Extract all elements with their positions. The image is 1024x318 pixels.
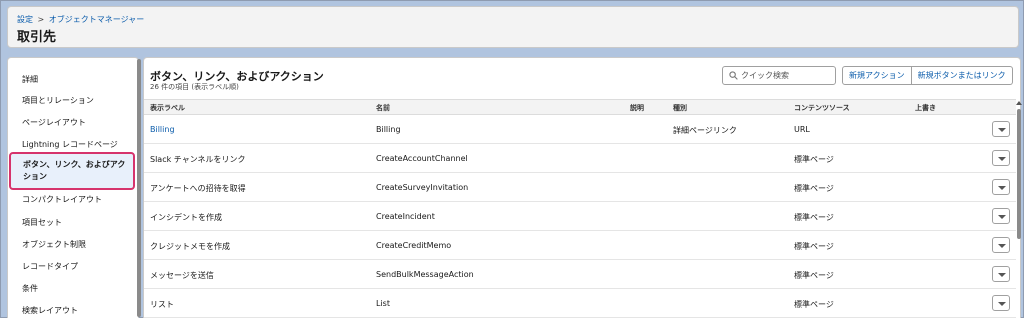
row-name: CreateSurveyInvitation [376,183,469,192]
table-row: クレジットメモを作成 CreateCreditMemo 標準ページ [144,231,1016,260]
sidebar-item-buttons-links-actions[interactable]: ボタン、リンク、およびアクション [9,152,135,190]
column-header-content-source[interactable]: コンテンツソース [794,103,850,113]
sidebar-item-record-types[interactable]: レコードタイプ [8,261,136,272]
main-panel: ボタン、リンク、およびアクション 26 件の項目 (表示ラベル順) 新規アクショ… [143,57,1021,318]
breadcrumb-separator: > [37,15,45,24]
sidebar-item-details[interactable]: 詳細 [8,74,136,85]
row-content-source: 標準ページ [794,271,834,280]
table-row: Billing Billing 詳細ページリンク URL [144,115,1016,144]
row-content-source: 標準ページ [794,155,834,164]
row-label: クレジットメモを作成 [150,242,230,251]
breadcrumb-setup-link[interactable]: 設定 [17,15,33,24]
row-name: List [376,299,390,308]
sidebar-item-page-layouts[interactable]: ページレイアウト [8,117,136,128]
row-actions-menu-button[interactable] [992,179,1010,195]
row-actions-menu-button[interactable] [992,266,1010,282]
chevron-down-icon [998,244,1006,248]
action-button-group: 新規アクション 新規ボタンまたはリンク [842,66,1013,85]
row-label: アンケートへの招待を取得 [150,184,246,193]
chevron-down-icon [998,302,1006,306]
sidebar-item-fields-relationships[interactable]: 項目とリレーション [8,95,136,106]
sidebar-item-lightning-record-pages[interactable]: Lightning レコードページ [8,139,136,150]
scroll-up-arrow-icon[interactable] [1016,101,1022,105]
column-header-description[interactable]: 説明 [630,103,644,113]
sidebar-item-conditions[interactable]: 条件 [8,283,136,294]
chevron-down-icon [998,186,1006,190]
row-name: CreateCreditMemo [376,241,452,250]
row-content-source: 標準ページ [794,213,834,222]
row-actions-menu-button[interactable] [992,295,1010,311]
chevron-down-icon [998,128,1006,132]
row-name: CreateAccountChannel [376,154,468,163]
row-content-source: URL [794,125,810,134]
quick-search-input[interactable] [741,68,833,83]
new-button-or-link-button[interactable]: 新規ボタンまたはリンク [911,66,1013,85]
search-icon [729,71,738,80]
new-action-button[interactable]: 新規アクション [842,66,912,85]
row-label: Slack チャンネルをリンク [150,155,246,164]
table-row: アンケートへの招待を取得 CreateSurveyInvitation 標準ペー… [144,173,1016,202]
row-actions-menu-button[interactable] [992,121,1010,137]
chevron-down-icon [998,273,1006,277]
row-actions-menu-button[interactable] [992,208,1010,224]
table-row: インシデントを作成 CreateIncident 標準ページ [144,202,1016,231]
sidebar-item-compact-layouts[interactable]: コンパクトレイアウト [8,194,136,205]
table-row: Slack チャンネルをリンク CreateAccountChannel 標準ペ… [144,144,1016,173]
chevron-down-icon [998,215,1006,219]
column-header-type[interactable]: 種別 [673,103,687,113]
item-count-subtitle: 26 件の項目 (表示ラベル順) [150,83,239,91]
row-content-source: 標準ページ [794,184,834,193]
sidebar-item-object-limits[interactable]: オブジェクト制限 [8,239,136,250]
chevron-down-icon [998,157,1006,161]
sidebar: 詳細 項目とリレーション ページレイアウト Lightning レコードページ … [7,57,139,318]
table-row: リスト List 標準ページ [144,289,1016,318]
row-content-source: 標準ページ [794,242,834,251]
sidebar-scrollbar[interactable] [137,59,141,317]
sidebar-item-search-layouts[interactable]: 検索レイアウト [8,305,136,316]
row-content-source: 標準ページ [794,300,834,309]
row-actions-menu-button[interactable] [992,237,1010,253]
breadcrumb: 設定 > オブジェクトマネージャー [17,14,144,25]
app-frame: 設定 > オブジェクトマネージャー 取引先 詳細 項目とリレーション ページレイ… [0,0,1024,318]
sidebar-item-field-sets[interactable]: 項目セット [8,217,136,228]
column-header-name[interactable]: 名前 [376,103,390,113]
column-header-label[interactable]: 表示ラベル [150,103,185,113]
column-header-overridden[interactable]: 上書き [915,103,936,113]
row-type: 詳細ページリンク [673,126,737,135]
breadcrumb-object-manager-link[interactable]: オブジェクトマネージャー [49,15,144,24]
row-label-link[interactable]: Billing [150,125,175,134]
table-row: メッセージを送信 SendBulkMessageAction 標準ページ [144,260,1016,289]
row-actions-menu-button[interactable] [992,150,1010,166]
row-label: インシデントを作成 [150,213,222,222]
table-scrollbar[interactable] [1017,109,1021,239]
row-name: SendBulkMessageAction [376,270,474,279]
page-header: 設定 > オブジェクトマネージャー 取引先 [7,6,1019,48]
row-name: CreateIncident [376,212,435,221]
page-title: 取引先 [17,30,57,45]
table-header: 表示ラベル 名前 説明 種別 コンテンツソース 上書き [144,99,1016,115]
row-label: リスト [150,300,174,309]
quick-search-box [722,66,836,85]
row-name: Billing [376,125,401,134]
row-label: メッセージを送信 [150,271,214,280]
